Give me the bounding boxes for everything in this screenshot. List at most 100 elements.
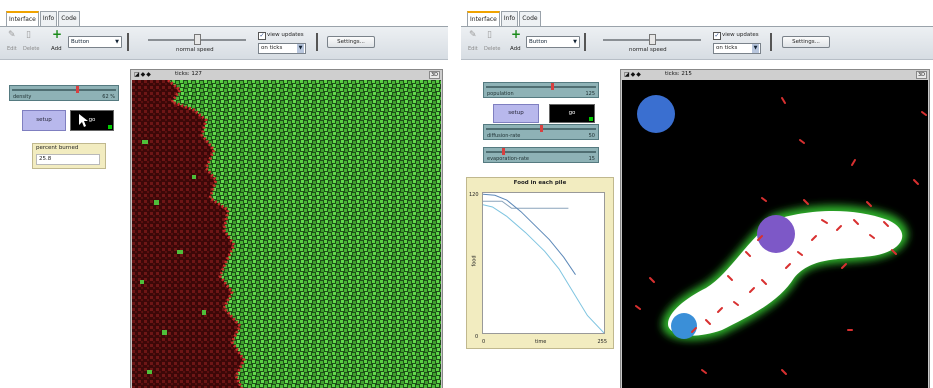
update-mode-value: on ticks [716, 45, 738, 51]
plot-xlabel: time [535, 339, 547, 345]
tab-bar: Interface Info Code [467, 11, 542, 26]
population-slider-name: population [487, 91, 514, 97]
plot-ymax-label: 120 [469, 192, 479, 198]
plot-canvas [482, 193, 605, 334]
settings-button[interactable]: Settings... [782, 36, 830, 48]
toolbar-separator [127, 33, 129, 51]
percent-burned-label: percent burned [36, 145, 79, 151]
speed-label: normal speed [176, 47, 214, 53]
three-d-button[interactable]: 3D [915, 71, 927, 79]
go-button[interactable]: go [70, 110, 114, 131]
mouse-pointer-icon [79, 114, 88, 127]
fire-world-canvas [132, 80, 441, 388]
widget-type-select[interactable]: Button ▼ [526, 36, 580, 48]
tab-code[interactable]: Code [58, 11, 80, 26]
delete-icon[interactable]: ▯ [26, 30, 31, 40]
delete-icon[interactable]: ▯ [487, 30, 492, 40]
evaporation-rate-slider-name: evaporation-rate [487, 156, 529, 162]
update-mode-value: on ticks [261, 45, 283, 51]
go-label: go [568, 110, 576, 116]
world-view[interactable]: ◪◆◆ ticks: 127 3D [130, 69, 443, 388]
three-d-button[interactable]: 3D [428, 71, 440, 79]
density-slider-name: density [13, 94, 32, 100]
ants-model-window: Interface Info Code ✎ Edit ▯ Delete + Ad… [461, 0, 933, 388]
plot-area [482, 192, 605, 334]
view-header: ◪◆◆ ticks: 127 3D [131, 70, 442, 80]
food-pile-1 [637, 95, 675, 133]
world-view[interactable]: ◪◆◆ ticks: 215 3D [620, 69, 930, 388]
speed-slider-thumb[interactable] [649, 34, 656, 45]
ticks-counter: ticks: 127 [175, 71, 202, 77]
widget-type-select[interactable]: Button ▼ [68, 36, 122, 48]
diffusion-rate-slider-value: 50 [588, 133, 595, 139]
view-updates-checkbox[interactable]: ✓ [713, 32, 721, 40]
density-slider-value: 62 % [102, 94, 115, 100]
tab-info[interactable]: Info [39, 11, 58, 26]
ants-world [622, 80, 928, 388]
food-pile-2 [757, 215, 795, 253]
delete-label: Delete [484, 46, 501, 52]
view-updates-label: view updates [267, 32, 304, 38]
update-mode-dropdown[interactable]: on ticks ▼ [258, 43, 306, 54]
population-slider-value: 125 [585, 91, 595, 97]
speed-label: normal speed [629, 47, 667, 53]
tab-info[interactable]: Info [500, 11, 519, 26]
percent-burned-value: 25.8 [36, 154, 100, 165]
view-size-icons[interactable]: ◪◆◆ [134, 71, 152, 78]
chevron-down-icon: ▼ [115, 39, 119, 45]
settings-button[interactable]: Settings... [327, 36, 375, 48]
population-slider-knob[interactable] [551, 83, 554, 90]
setup-button[interactable]: setup [493, 104, 539, 123]
evaporation-rate-slider-value: 15 [588, 156, 595, 162]
tab-code[interactable]: Code [519, 11, 541, 26]
evaporation-rate-slider[interactable]: evaporation-rate 15 [483, 147, 599, 163]
diffusion-rate-slider-knob[interactable] [540, 125, 543, 132]
evaporation-rate-slider-knob[interactable] [502, 148, 505, 155]
plot-title: Food in each pile [513, 180, 567, 186]
tab-interface[interactable]: Interface [467, 11, 500, 26]
edit-icon[interactable]: ✎ [8, 30, 16, 40]
toolbar: ✎ Edit ▯ Delete + Add Button ▼ normal sp… [461, 26, 933, 60]
toolbar-separator [770, 33, 772, 51]
speed-slider-thumb[interactable] [194, 34, 201, 45]
population-slider[interactable]: population 125 [483, 82, 599, 98]
density-slider[interactable]: density 62 % [9, 85, 119, 101]
chevron-down-icon: ▼ [297, 44, 304, 53]
food-plot: Food in each pile 120 0 food 0 time 255 [466, 177, 614, 349]
plot-ymin-label: 0 [475, 334, 479, 340]
edit-icon[interactable]: ✎ [469, 30, 477, 40]
forever-icon [589, 117, 593, 121]
chevron-down-icon: ▼ [573, 39, 577, 45]
update-mode-dropdown[interactable]: on ticks ▼ [713, 43, 761, 54]
plot-series-1 [483, 200, 569, 209]
fire-model-window: Interface Info Code ✎ Edit ▯ Delete + Ad… [0, 0, 448, 388]
ticks-counter: ticks: 215 [665, 71, 692, 77]
toolbar: ✎ Edit ▯ Delete + Add Button ▼ normal sp… [0, 26, 448, 60]
view-header: ◪◆◆ ticks: 215 3D [621, 70, 929, 80]
density-slider-bar [12, 89, 116, 91]
forever-icon [108, 125, 112, 129]
edit-label: Edit [468, 46, 478, 52]
view-size-icons[interactable]: ◪◆◆ [624, 71, 642, 78]
plot-series-2 [482, 193, 576, 275]
ants-world-canvas [635, 95, 927, 375]
food-pile-3 [671, 313, 697, 339]
add-icon[interactable]: + [52, 27, 62, 41]
tab-bar: Interface Info Code [6, 11, 81, 26]
plot-series-3 [482, 204, 605, 334]
view-updates-label: view updates [722, 32, 759, 38]
toolbar-separator [584, 33, 586, 51]
density-slider-knob[interactable] [76, 86, 79, 93]
tab-interface[interactable]: Interface [6, 11, 39, 26]
plot-xmax-label: 255 [597, 339, 607, 345]
setup-button[interactable]: setup [22, 110, 66, 131]
plot-xmin-label: 0 [482, 339, 486, 345]
diffusion-rate-slider[interactable]: diffusion-rate 50 [483, 124, 599, 140]
edit-label: Edit [7, 46, 17, 52]
widget-type-label: Button [71, 39, 90, 45]
add-icon[interactable]: + [511, 27, 521, 41]
go-button[interactable]: go [549, 104, 595, 123]
view-updates-checkbox[interactable]: ✓ [258, 32, 266, 40]
fire-world [132, 80, 441, 388]
add-label: Add [51, 46, 62, 52]
